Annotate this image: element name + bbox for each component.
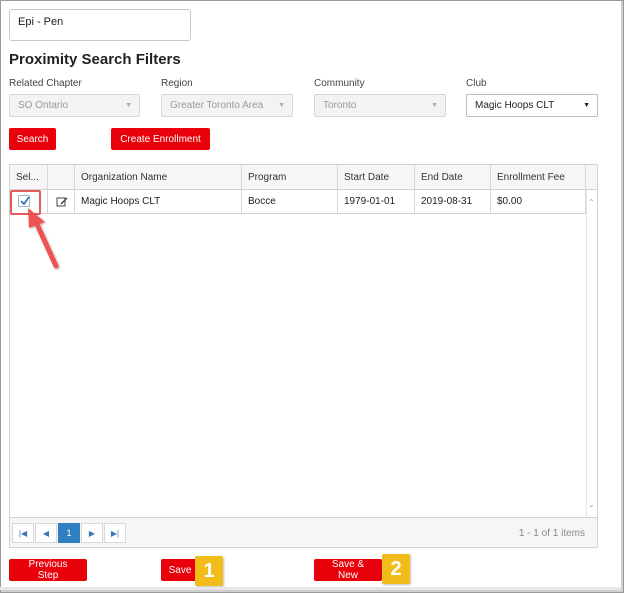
column-header-end-date[interactable]: End Date (415, 165, 491, 190)
club-select-value: Magic Hoops CLT (475, 100, 555, 111)
page-number-button[interactable]: 1 (58, 523, 80, 543)
table-row[interactable]: Magic Hoops CLT Bocce 1979-01-01 2019-08… (10, 190, 586, 214)
previous-step-button[interactable]: Previous Step (9, 559, 87, 581)
annotation-badge-2: 2 (382, 554, 410, 584)
chevron-down-icon[interactable]: ⌄ (588, 500, 595, 509)
annotation-badge-1: 1 (195, 556, 223, 586)
chevron-down-icon: ▼ (125, 102, 132, 109)
chapter-select[interactable]: SO Ontario ▼ (9, 94, 140, 117)
column-header-select[interactable]: Sel... (10, 165, 48, 190)
start-date-cell: 1979-01-01 (338, 190, 415, 214)
chevron-up-icon[interactable]: ⌃ (588, 198, 595, 207)
club-select[interactable]: Magic Hoops CLT ▼ (466, 94, 598, 117)
chevron-down-icon: ▼ (583, 102, 590, 109)
column-header-program[interactable]: Program (242, 165, 338, 190)
club-label: Club (466, 78, 487, 89)
next-page-icon[interactable]: ▶ (81, 523, 103, 543)
grid-vertical-scrollbar[interactable]: ⌃ ⌄ (586, 190, 597, 517)
end-date-cell: 2019-08-31 (415, 190, 491, 214)
column-header-enrollment-fee[interactable]: Enrollment Fee (491, 165, 586, 190)
enrollment-grid: Sel... Organization Name Program Start D… (9, 164, 598, 548)
save-and-new-button[interactable]: Save & New (314, 559, 382, 581)
save-button[interactable]: Save (161, 559, 199, 581)
notes-textarea[interactable]: Epi - Pen (9, 9, 191, 41)
first-page-icon[interactable]: |◀ (12, 523, 34, 543)
community-select[interactable]: Toronto ▼ (314, 94, 446, 117)
grid-header: Sel... Organization Name Program Start D… (10, 165, 597, 190)
column-header-organization[interactable]: Organization Name (75, 165, 242, 190)
previous-page-icon[interactable]: ◀ (35, 523, 57, 543)
section-title: Proximity Search Filters (9, 51, 181, 68)
region-select[interactable]: Greater Toronto Area ▼ (161, 94, 293, 117)
column-header-edit (48, 165, 75, 190)
annotation-arrow-icon (28, 208, 59, 269)
pager-info: 1 - 1 of 1 items (518, 528, 585, 539)
community-select-value: Toronto (323, 100, 357, 111)
program-cell: Bocce (242, 190, 338, 214)
bottom-edge (0, 587, 621, 590)
search-button[interactable]: Search (9, 128, 56, 150)
last-page-icon[interactable]: ▶| (104, 523, 126, 543)
organization-cell: Magic Hoops CLT (75, 190, 242, 214)
chapter-label: Related Chapter (9, 78, 82, 89)
column-header-start-date[interactable]: Start Date (338, 165, 415, 190)
region-label: Region (161, 78, 193, 89)
chevron-down-icon: ▼ (278, 102, 285, 109)
region-select-value: Greater Toronto Area (170, 100, 264, 111)
chevron-down-icon: ▼ (431, 102, 438, 109)
community-label: Community (314, 78, 365, 89)
enrollment-fee-cell: $0.00 (491, 190, 586, 214)
grid-pager: |◀ ◀ 1 ▶ ▶| 1 - 1 of 1 items (10, 517, 597, 547)
chapter-select-value: SO Ontario (18, 100, 69, 111)
create-enrollment-button[interactable]: Create Enrollment (111, 128, 210, 150)
